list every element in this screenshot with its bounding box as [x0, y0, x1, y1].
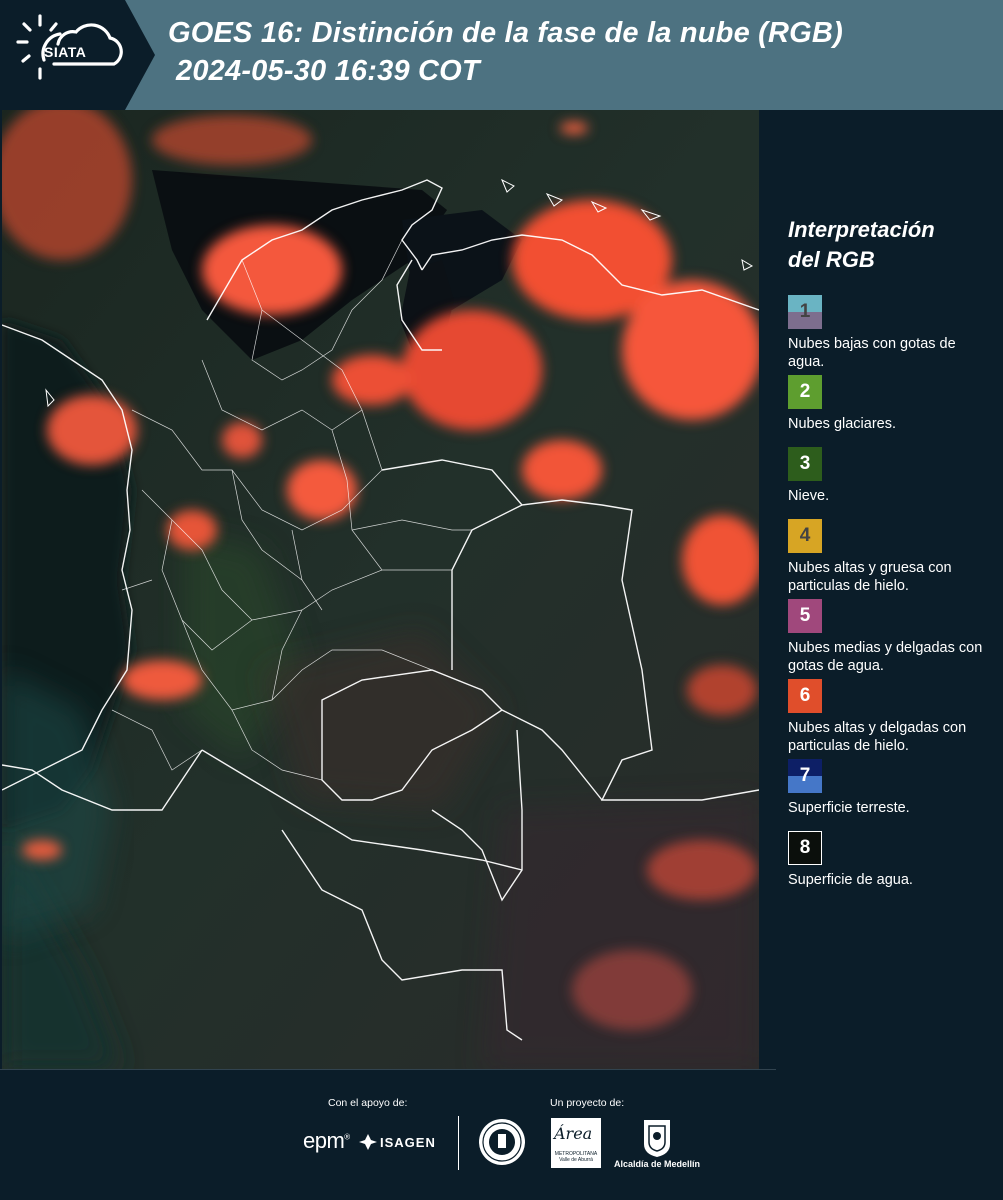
project-label: Un proyecto de:: [550, 1097, 625, 1109]
legend-panel: Interpretación del RGB 1 Nubes bajas con …: [788, 215, 993, 903]
legend-item: 2 Nubes glaciares.: [788, 375, 993, 447]
legend-swatch: 3: [788, 447, 822, 481]
legend-label: Nieve.: [788, 488, 830, 504]
legend-item: 5 Nubes medias y delgadas con gotas de ag…: [788, 599, 993, 679]
legend-label: Nubes medias y delgadas con gotas de agu…: [788, 640, 983, 674]
satellite-map[interactable]: [2, 110, 759, 1070]
legend-swatch: 2: [788, 375, 822, 409]
legend-item: 7 Superficie terreste.: [788, 759, 993, 831]
legend-item: 6 Nubes altas y delgadas con particulas d…: [788, 679, 993, 759]
legend-label: Superficie terreste.: [788, 800, 910, 816]
legend-title: Interpretación del RGB: [788, 215, 993, 275]
medellin-logo-text[interactable]: Alcaldía de Medellín: [614, 1159, 700, 1169]
legend-label: Nubes glaciares.: [788, 416, 896, 432]
siata-logo-text: SIATA: [44, 44, 87, 60]
title-line-2: 2024-05-30 16:39 COT: [176, 55, 480, 87]
legend-label: Nubes bajas con gotas de agua.: [788, 336, 956, 370]
legend-swatch: 1: [788, 295, 822, 329]
legend-items: 1 Nubes bajas con gotas de agua. 2 Nubes gl…: [788, 295, 993, 903]
legend-swatch: 7: [788, 759, 822, 793]
seal-icon[interactable]: [478, 1118, 526, 1170]
area-logo-script: Área: [554, 1124, 593, 1143]
legend-item: 4 Nubes altas y gruesa con particulas de …: [788, 519, 993, 599]
legend-item: 8 Superficie de agua.: [788, 831, 993, 903]
legend-swatch: 8: [788, 831, 822, 865]
legend-item: 1 Nubes bajas con gotas de agua.: [788, 295, 993, 375]
isagen-icon: [359, 1134, 377, 1150]
title-line-1: GOES 16: Distinción de la fase de la nub…: [168, 17, 843, 49]
epm-logo-text: epm: [303, 1128, 345, 1153]
rgb-composite-image: [2, 110, 759, 1070]
epm-logo[interactable]: epm®: [303, 1128, 350, 1154]
registered-mark: ®: [344, 1132, 350, 1142]
legend-label: Superficie de agua.: [788, 872, 913, 888]
legend-item: 3 Nieve.: [788, 447, 993, 519]
legend-swatch: 4: [788, 519, 822, 553]
legend-title-line-1: Interpretación: [788, 217, 935, 242]
siata-logo[interactable]: SIATA: [0, 0, 125, 110]
isagen-logo[interactable]: ISAGEN: [380, 1135, 436, 1150]
page-title: GOES 16: Distinción de la fase de la nub…: [168, 14, 988, 90]
header-arrow-shape: [125, 0, 155, 110]
footer-divider: [458, 1116, 459, 1170]
legend-label: Nubes altas y delgadas con particulas de…: [788, 720, 967, 754]
legend-swatch: 6: [788, 679, 822, 713]
legend-title-line-2: del RGB: [788, 247, 875, 272]
medellin-shield-icon[interactable]: [642, 1118, 672, 1158]
support-label: Con el apoyo de:: [328, 1097, 408, 1109]
area-logo-subtitle: METROPOLITANA Valle de Aburrá: [554, 1151, 598, 1163]
legend-label: Nubes altas y gruesa con particulas de h…: [788, 560, 952, 594]
legend-swatch: 5: [788, 599, 822, 633]
